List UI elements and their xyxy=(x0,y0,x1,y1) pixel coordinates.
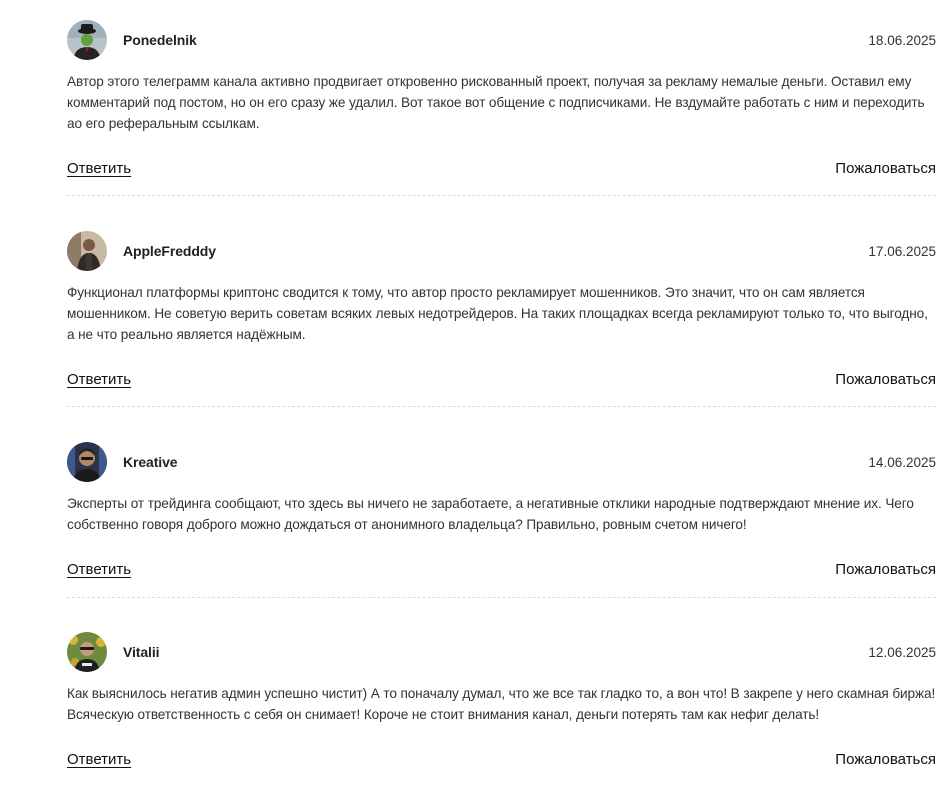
avatar xyxy=(67,231,107,271)
comment-item: Ponedelnik 18.06.2025 Автор этого телегр… xyxy=(67,0,936,211)
reply-link[interactable]: Ответить xyxy=(67,751,131,768)
comment-actions: Ответить Пожаловаться xyxy=(67,160,936,182)
reply-link[interactable]: Ответить xyxy=(67,371,131,388)
comment-divider xyxy=(67,597,936,598)
comment-actions: Ответить Пожаловаться xyxy=(67,751,936,773)
comment-item: AppleFredddy 17.06.2025 Функционал платф… xyxy=(67,211,936,422)
comment-divider xyxy=(67,195,936,196)
comments-list: Ponedelnik 18.06.2025 Автор этого телегр… xyxy=(67,0,936,802)
reply-link[interactable]: Ответить xyxy=(67,561,131,578)
comment-text: Автор этого телеграмм канала активно про… xyxy=(67,74,925,131)
report-link[interactable]: Пожаловаться xyxy=(835,371,936,388)
comment-author: Vitalii xyxy=(123,644,160,660)
report-link[interactable]: Пожаловаться xyxy=(835,160,936,177)
comment-header: Kreative 14.06.2025 xyxy=(67,442,936,483)
comment-author: AppleFredddy xyxy=(123,243,216,259)
comment-actions: Ответить Пожаловаться xyxy=(67,561,936,583)
avatar xyxy=(67,632,107,672)
comment-header: Vitalii 12.06.2025 xyxy=(67,632,936,673)
comment-text: Функционал платформы криптонс сводится к… xyxy=(67,285,928,342)
comment-item: Vitalii 12.06.2025 Как выяснилось негати… xyxy=(67,612,936,802)
comment-header: Ponedelnik 18.06.2025 xyxy=(67,20,936,61)
avatar xyxy=(67,20,107,60)
report-link[interactable]: Пожаловаться xyxy=(835,561,936,578)
comment-divider xyxy=(67,406,936,407)
comment-item: Kreative 14.06.2025 Эксперты от трейдинг… xyxy=(67,422,936,633)
comment-date: 14.06.2025 xyxy=(868,455,936,470)
comment-author: Kreative xyxy=(123,454,178,470)
comment-date: 12.06.2025 xyxy=(868,645,936,660)
comment-text: Как выяснилось негатив админ успешно чис… xyxy=(67,686,936,722)
comment-text: Эксперты от трейдинга сообщают, что здес… xyxy=(67,496,914,532)
comment-date: 17.06.2025 xyxy=(868,244,936,259)
comment-header: AppleFredddy 17.06.2025 xyxy=(67,231,936,272)
comment-author: Ponedelnik xyxy=(123,32,197,48)
comment-actions: Ответить Пожаловаться xyxy=(67,371,936,393)
reply-link[interactable]: Ответить xyxy=(67,160,131,177)
avatar xyxy=(67,442,107,482)
comment-date: 18.06.2025 xyxy=(868,33,936,48)
report-link[interactable]: Пожаловаться xyxy=(835,751,936,768)
